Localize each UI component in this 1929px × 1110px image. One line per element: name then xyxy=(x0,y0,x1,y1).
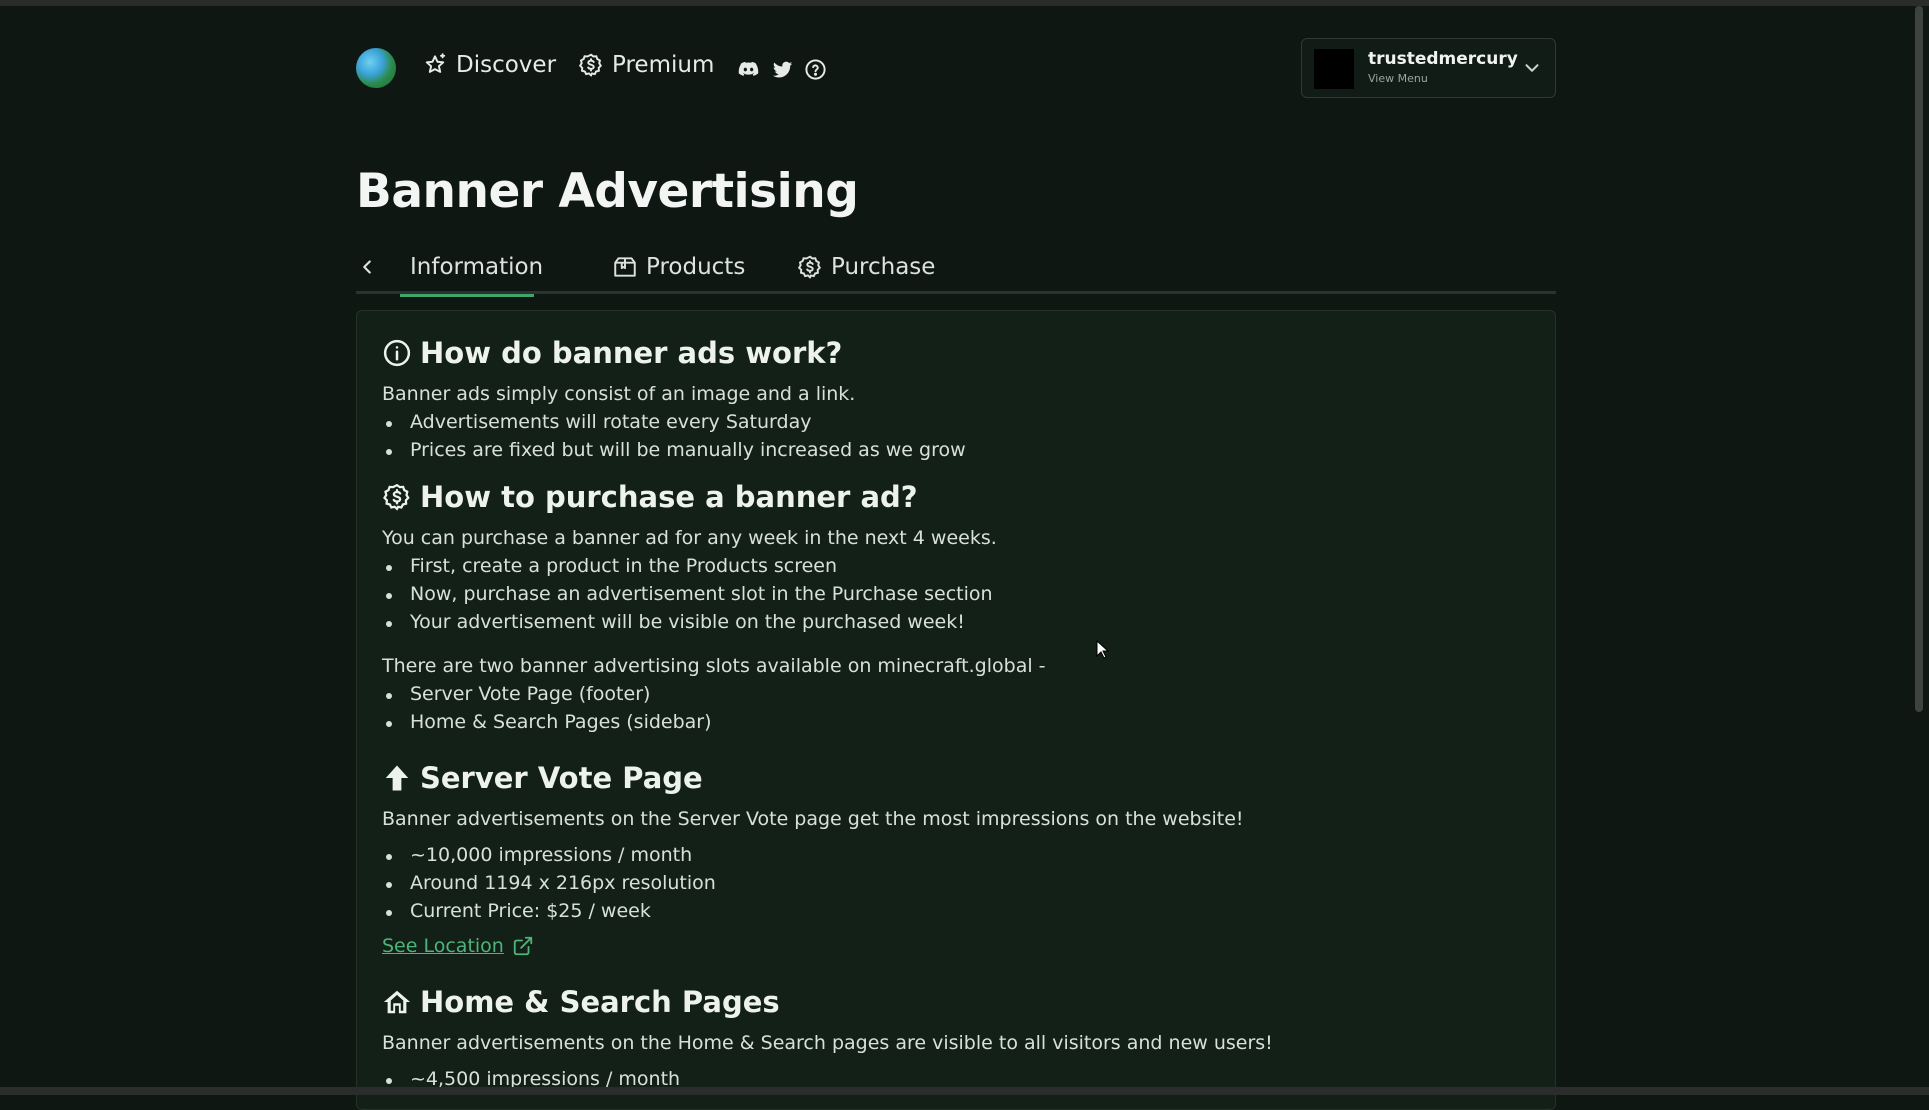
mouse-cursor-icon xyxy=(1096,640,1110,660)
top-nav: Discover Premium xyxy=(356,44,1556,100)
see-location-link[interactable]: See Location xyxy=(382,935,534,957)
nav-discover[interactable]: Discover xyxy=(422,52,556,78)
paragraph: There are two banner advertising slots a… xyxy=(382,655,1046,677)
dollar-badge-icon xyxy=(382,482,412,512)
list-item: Around 1194 x 216px resolution xyxy=(410,872,716,894)
section-heading-how-work: How do banner ads work? xyxy=(382,336,842,370)
avatar xyxy=(1314,49,1354,89)
dollar-badge-icon xyxy=(797,254,823,280)
home-icon xyxy=(382,987,412,1017)
list-item: Prices are fixed but will be manually in… xyxy=(410,439,966,461)
nav-discover-label: Discover xyxy=(456,52,556,78)
help-icon xyxy=(804,58,827,81)
list-item: Now, purchase an advertisement slot in t… xyxy=(410,583,993,605)
tab-purchase-label: Purchase xyxy=(831,254,935,280)
active-tab-indicator xyxy=(400,294,534,297)
tab-information[interactable]: Information xyxy=(402,250,532,294)
paragraph: Banner advertisements on the Server Vote… xyxy=(382,808,1244,830)
section-heading-text: Server Vote Page xyxy=(420,761,703,795)
browser-top-strip xyxy=(0,0,1929,6)
help-link[interactable] xyxy=(804,58,827,81)
user-menu[interactable]: trustedmercury View Menu xyxy=(1301,38,1556,98)
username: trustedmercury xyxy=(1368,49,1518,69)
paragraph: Banner advertisements on the Home & Sear… xyxy=(382,1032,1273,1054)
list-item: Current Price: $25 / week xyxy=(410,900,651,922)
nav-premium[interactable]: Premium xyxy=(578,52,714,78)
discord-link[interactable] xyxy=(737,58,760,81)
paragraph: Banner ads simply consist of an image an… xyxy=(382,383,855,405)
twitter-link[interactable] xyxy=(771,58,794,81)
list-item: Server Vote Page (footer) xyxy=(410,683,650,705)
nav-premium-label: Premium xyxy=(612,52,714,78)
list-item: First, create a product in the Products … xyxy=(410,555,837,577)
section-heading-text: How do banner ads work? xyxy=(420,336,842,370)
section-heading-how-purchase: How to purchase a banner ad? xyxy=(382,480,918,514)
dollar-badge-icon xyxy=(578,52,604,78)
browser-bottom-strip xyxy=(0,1087,1929,1095)
external-link-icon xyxy=(512,935,534,957)
section-heading-text: Home & Search Pages xyxy=(420,985,780,1019)
list-item: Advertisements will rotate every Saturda… xyxy=(410,411,811,433)
list-item: Your advertisement will be visible on th… xyxy=(410,611,965,633)
see-location-label: See Location xyxy=(382,935,504,957)
list-item: ~10,000 impressions / month xyxy=(410,844,692,866)
information-card: How do banner ads work? Banner ads simpl… xyxy=(356,310,1556,1110)
list-item: Home & Search Pages (sidebar) xyxy=(410,711,712,733)
view-menu-label: View Menu xyxy=(1368,72,1428,85)
tab-purchase[interactable]: Purchase xyxy=(797,250,935,294)
scrollbar[interactable] xyxy=(1915,6,1923,712)
section-heading-vote-page: Server Vote Page xyxy=(382,761,703,795)
section-heading-home-search: Home & Search Pages xyxy=(382,985,780,1019)
paragraph: You can purchase a banner ad for any wee… xyxy=(382,527,997,549)
discord-icon xyxy=(737,58,760,81)
tab-products[interactable]: Products xyxy=(612,250,745,294)
tab-bar: Information Products Purchase xyxy=(356,250,1556,294)
chevron-down-icon xyxy=(1521,57,1543,79)
page-title: Banner Advertising xyxy=(356,164,858,219)
tab-information-label: Information xyxy=(410,254,543,280)
section-heading-text: How to purchase a banner ad? xyxy=(420,480,918,514)
twitter-icon xyxy=(771,58,794,81)
sparkle-star-icon xyxy=(422,52,448,78)
info-icon xyxy=(382,338,412,368)
arrow-up-icon xyxy=(382,763,412,793)
chevron-left-icon[interactable] xyxy=(356,256,378,278)
box-icon xyxy=(612,254,638,280)
globe-logo[interactable] xyxy=(356,48,396,88)
tab-products-label: Products xyxy=(646,254,745,280)
